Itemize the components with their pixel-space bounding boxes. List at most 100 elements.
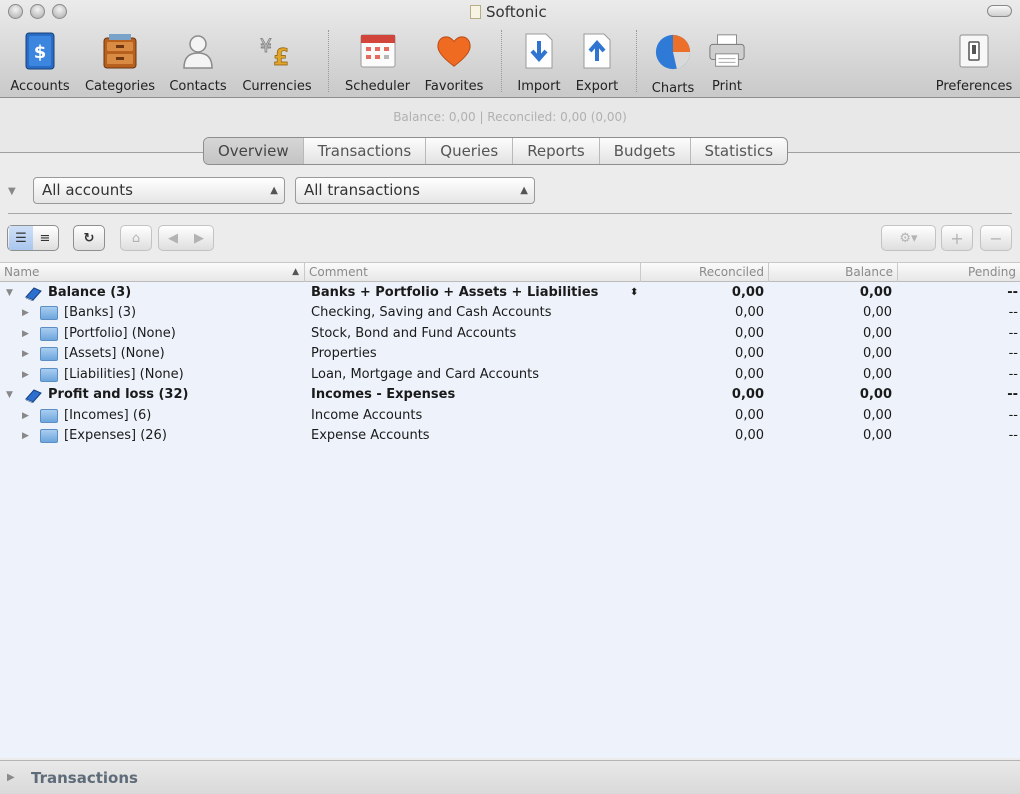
expanded-triangle-icon[interactable]: ▼ bbox=[6, 385, 13, 405]
home-icon: ⌂ bbox=[131, 230, 141, 246]
collapsed-triangle-icon[interactable]: ▶ bbox=[22, 406, 29, 426]
remove-button[interactable]: − bbox=[980, 225, 1012, 251]
row-reconciled: 0,00 bbox=[735, 346, 764, 361]
list-view-icon[interactable]: ≡ bbox=[33, 226, 57, 250]
gear-icon: ⚙▾ bbox=[899, 230, 918, 246]
import-button[interactable]: Import bbox=[512, 32, 566, 94]
row-balance: 0,00 bbox=[863, 367, 892, 382]
table-row[interactable]: ▶ [Expenses] (26) Expense Accounts 0,00 … bbox=[0, 426, 1020, 446]
table-row[interactable]: ▶ [Liabilities] (None) Loan, Mortgage an… bbox=[0, 365, 1020, 385]
transactions-filter-select[interactable]: All transactions ▲ bbox=[295, 177, 535, 204]
toolbar-toggle-button[interactable] bbox=[987, 5, 1012, 17]
add-button[interactable]: + bbox=[941, 225, 973, 251]
folder-icon bbox=[40, 327, 58, 341]
folder-icon bbox=[40, 347, 58, 361]
view-tabs: Overview Transactions Queries Reports Bu… bbox=[203, 137, 789, 165]
expanded-triangle-icon[interactable]: ▼ bbox=[6, 283, 13, 303]
row-comment: Expense Accounts bbox=[311, 428, 430, 443]
column-header-balance[interactable]: Balance bbox=[769, 263, 898, 282]
svg-text:¥: ¥ bbox=[260, 35, 272, 57]
back-forward-buttons[interactable]: ◀ ▶ bbox=[158, 225, 214, 251]
import-icon bbox=[520, 32, 558, 70]
table-row[interactable]: ▶ [Portfolio] (None) Stock, Bond and Fun… bbox=[0, 324, 1020, 344]
table-row[interactable]: ▶ [Incomes] (6) Income Accounts 0,00 0,0… bbox=[0, 406, 1020, 426]
row-comment: Stock, Bond and Fund Accounts bbox=[311, 326, 517, 341]
row-reconciled: 0,00 bbox=[735, 326, 764, 341]
view-mode-toggle[interactable]: ☰ ≡ bbox=[7, 225, 59, 251]
updown-arrows-icon[interactable]: ⬍ bbox=[630, 283, 638, 303]
forward-arrow-icon[interactable]: ▶ bbox=[186, 231, 212, 246]
balance-summary: Balance: 0,00 | Reconciled: 0,00 (0,00) bbox=[393, 110, 627, 124]
categories-button[interactable]: Categories bbox=[80, 32, 160, 94]
outline-view-icon[interactable]: ☰ bbox=[9, 226, 33, 250]
tab-overview[interactable]: Overview bbox=[204, 138, 304, 164]
row-balance: 0,00 bbox=[863, 408, 892, 423]
export-button[interactable]: Export bbox=[570, 32, 624, 94]
table-row[interactable]: ▼ Balance (3) Banks + Portfolio + Assets… bbox=[0, 283, 1020, 303]
preferences-label: Preferences bbox=[935, 79, 1013, 94]
column-header-comment[interactable]: Comment bbox=[305, 263, 641, 282]
transactions-panel[interactable]: ▶ Transactions bbox=[0, 760, 1020, 794]
charts-button[interactable]: Charts bbox=[645, 32, 701, 96]
close-window-button[interactable] bbox=[8, 4, 23, 19]
row-name: Profit and loss (32) bbox=[48, 387, 189, 402]
row-name: [Banks] (3) bbox=[64, 305, 137, 320]
tab-queries[interactable]: Queries bbox=[426, 138, 514, 164]
row-pending: -- bbox=[1008, 305, 1018, 320]
column-header-reconciled[interactable]: Reconciled bbox=[641, 263, 769, 282]
collapsed-triangle-icon[interactable]: ▶ bbox=[22, 365, 29, 385]
row-comment: Properties bbox=[311, 346, 377, 361]
zoom-window-button[interactable] bbox=[52, 4, 67, 19]
collapsed-triangle-icon[interactable]: ▶ bbox=[22, 426, 29, 446]
contacts-button[interactable]: Contacts bbox=[165, 32, 231, 94]
row-reconciled: 0,00 bbox=[731, 387, 764, 402]
accounts-label: Accounts bbox=[10, 79, 70, 94]
row-pending: -- bbox=[1008, 367, 1018, 382]
back-arrow-icon[interactable]: ◀ bbox=[160, 231, 186, 246]
collapsed-triangle-icon[interactable]: ▶ bbox=[22, 344, 29, 364]
row-name: [Liabilities] (None) bbox=[64, 367, 184, 382]
row-comment: Checking, Saving and Cash Accounts bbox=[311, 305, 552, 320]
row-reconciled: 0,00 bbox=[735, 428, 764, 443]
tab-budgets[interactable]: Budgets bbox=[600, 138, 691, 164]
table-row[interactable]: ▶ [Banks] (3) Checking, Saving and Cash … bbox=[0, 303, 1020, 323]
favorites-button[interactable]: Favorites bbox=[420, 32, 488, 94]
collapsed-triangle-icon[interactable]: ▶ bbox=[7, 772, 15, 783]
name-header-label: Name bbox=[4, 265, 40, 279]
currencies-button[interactable]: ¥ £ Currencies bbox=[237, 32, 317, 94]
filter-disclosure-triangle[interactable]: ▼ bbox=[8, 186, 16, 197]
collapsed-triangle-icon[interactable]: ▶ bbox=[22, 303, 29, 323]
row-reconciled: 0,00 bbox=[735, 305, 764, 320]
preferences-button[interactable]: Preferences bbox=[932, 32, 1016, 94]
tab-reports[interactable]: Reports bbox=[513, 138, 600, 164]
print-label: Print bbox=[712, 79, 742, 94]
pie-chart-icon bbox=[654, 32, 692, 72]
column-header-pending[interactable]: Pending bbox=[898, 263, 1020, 282]
table-row[interactable]: ▶ [Assets] (None) Properties 0,00 0,00 -… bbox=[0, 344, 1020, 364]
tab-transactions[interactable]: Transactions bbox=[304, 138, 427, 164]
table-row[interactable]: ▼ Profit and loss (32) Incomes - Expense… bbox=[0, 385, 1020, 405]
collapsed-triangle-icon[interactable]: ▶ bbox=[22, 324, 29, 344]
accounts-filter-select[interactable]: All accounts ▲ bbox=[33, 177, 285, 204]
row-comment: Banks + Portfolio + Assets + Liabilities bbox=[311, 285, 599, 300]
row-name: [Incomes] (6) bbox=[64, 408, 152, 423]
row-pending: -- bbox=[1007, 285, 1018, 300]
home-button[interactable]: ⌂ bbox=[120, 225, 152, 251]
tab-statistics[interactable]: Statistics bbox=[691, 138, 788, 164]
window-toolbar: Softonic $ Accounts Categories Contacts … bbox=[0, 0, 1020, 98]
calendar-icon bbox=[359, 32, 397, 70]
accounts-icon: $ bbox=[21, 32, 59, 70]
row-name: [Portfolio] (None) bbox=[64, 326, 176, 341]
print-button[interactable]: Print bbox=[703, 32, 751, 94]
refresh-icon: ↻ bbox=[83, 230, 95, 246]
refresh-button[interactable]: ↻ bbox=[73, 225, 105, 251]
column-header-name[interactable]: Name ▲ bbox=[0, 263, 305, 282]
switch-icon bbox=[955, 32, 993, 70]
minimize-window-button[interactable] bbox=[30, 4, 45, 19]
updown-arrows-icon: ▲ bbox=[520, 185, 528, 196]
accounts-button[interactable]: $ Accounts bbox=[5, 32, 75, 94]
row-reconciled: 0,00 bbox=[735, 408, 764, 423]
actions-menu-button[interactable]: ⚙▾ bbox=[881, 225, 936, 251]
scheduler-button[interactable]: Scheduler bbox=[340, 32, 415, 94]
folder-icon bbox=[40, 409, 58, 423]
